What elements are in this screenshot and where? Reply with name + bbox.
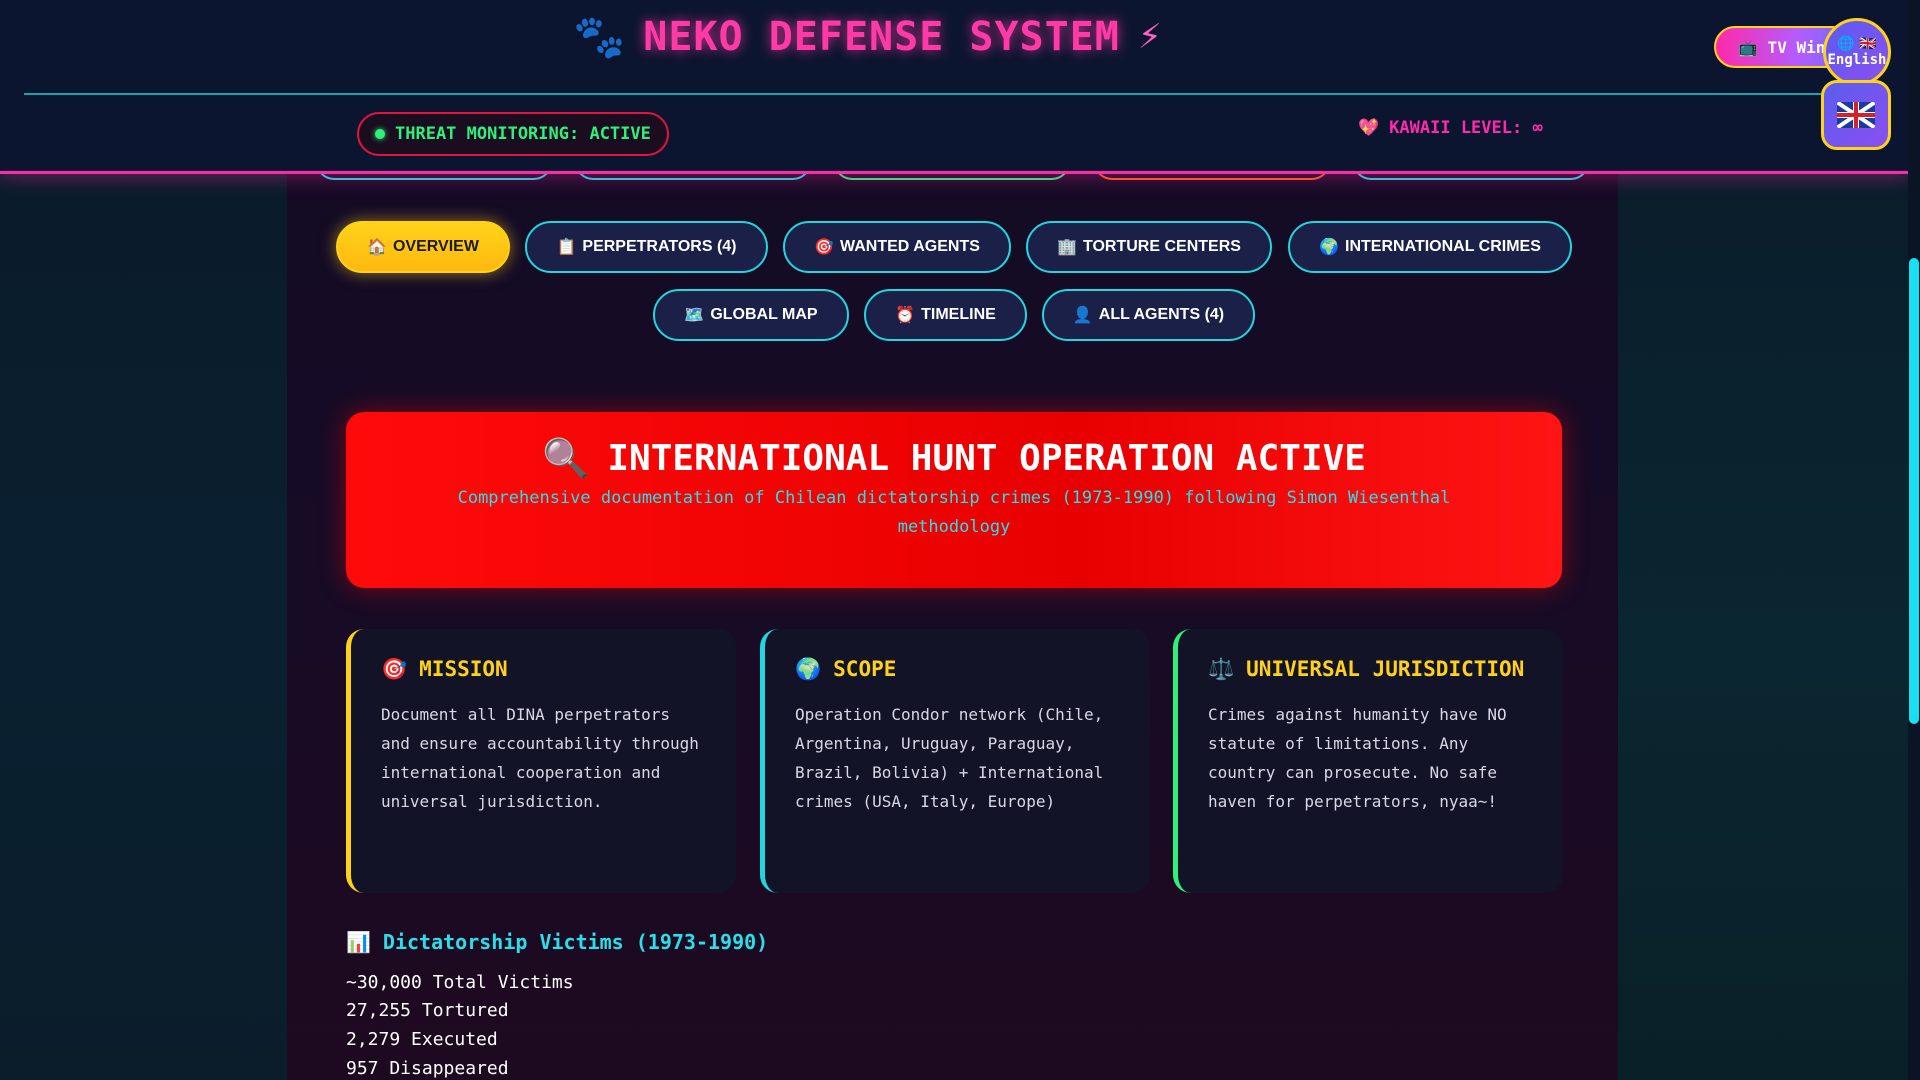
lightning-icon: ⚡ [1137,17,1162,57]
globe-icon: 🌍 [1319,239,1340,256]
header-divider [24,93,1834,95]
brand: 🐾 NEKO DEFENSE SYSTEM ⚡ [573,12,1162,62]
person-icon: 👤 [1072,307,1093,324]
tab-global-map[interactable]: 🗺️ GLOBAL MAP [653,289,849,341]
app-title: NEKO DEFENSE SYSTEM [643,14,1120,60]
target-icon: 🎯 [381,657,408,681]
threat-status-text: THREAT MONITORING: ACTIVE [395,124,651,144]
card-title: 🎯 MISSION [381,655,706,684]
tab-overview[interactable]: 🏠 OVERVIEW [336,221,510,273]
card-text: Document all DINA perpetrators and ensur… [381,705,699,811]
tab-label: WANTED AGENTS [840,238,980,255]
tab-all-agents[interactable]: 👤 ALL AGENTS (4) [1042,289,1255,341]
stat-disappeared: 957 Disappeared [346,1058,509,1079]
card-title: ⚖️ UNIVERSAL JURISDICTION [1208,655,1533,684]
status-dot-icon [375,129,385,139]
globe-icon: 🌍 [795,657,822,681]
kawaii-level-text: KAWAII LEVEL: ∞ [1389,118,1543,138]
tab-label: TIMELINE [921,306,996,323]
tab-international-crimes[interactable]: 🌍 INTERNATIONAL CRIMES [1288,221,1572,273]
tab-label: GLOBAL MAP [710,306,818,323]
building-icon: 🏢 [1057,239,1077,256]
tab-label: OVERVIEW [392,238,479,255]
victims-stats-title: Dictatorship Victims (1973-1990) [382,930,769,954]
scales-icon: ⚖️ [1208,657,1235,681]
scope-card: 🌍 SCOPE Operation Condor network (Chile,… [760,629,1150,893]
map-icon: 🗺️ [684,307,705,324]
hunt-operation-banner: 🔍 INTERNATIONAL HUNT OPERATION ACTIVE Co… [346,412,1562,588]
app-header: 🐾 NEKO DEFENSE SYSTEM ⚡ 📺 TV Win 🌐 🇬🇧 En… [0,0,1908,174]
card-title-text: UNIVERSAL JURISDICTION [1246,657,1525,681]
stat-executed: 2,279 Executed [346,1029,498,1050]
card-title-text: SCOPE [833,657,897,681]
globe-flag-icon: 🌐 🇬🇧 [1837,36,1877,52]
threat-status-badge: THREAT MONITORING: ACTIVE [357,112,669,156]
victims-stats-heading: 📊 Dictatorship Victims (1973-1990) [346,930,768,954]
banner-subtitle: Comprehensive documentation of Chilean d… [457,488,1451,537]
uk-flag-icon [1837,102,1875,128]
card-text: Operation Condor network (Chile, Argenti… [795,705,1104,811]
uk-flag-button[interactable] [1821,80,1891,150]
kawaii-level: 💖 KAWAII LEVEL: ∞ [1358,118,1543,138]
tab-label: INTERNATIONAL CRIMES [1345,238,1541,255]
banner-title: 🔍 INTERNATIONAL HUNT OPERATION ACTIVE [346,436,1562,481]
jurisdiction-card: ⚖️ UNIVERSAL JURISDICTION Crimes against… [1173,629,1563,893]
tab-torture-centers[interactable]: 🏢 TORTURE CENTERS [1026,221,1272,273]
stat-total-victims: ~30,000 Total Victims [346,972,574,993]
banner-title-text: INTERNATIONAL HUNT OPERATION ACTIVE [607,438,1366,479]
mission-card: 🎯 MISSION Document all DINA perpetrators… [346,629,736,893]
tab-label: TORTURE CENTERS [1082,238,1241,255]
tab-label: ALL AGENTS (4) [1098,306,1225,323]
scrollbar-thumb[interactable] [1909,258,1919,724]
language-selector[interactable]: 🌐 🇬🇧 English [1823,18,1891,86]
tab-wanted-agents[interactable]: 🎯 WANTED AGENTS [783,221,1011,273]
stat-tortured: 27,255 Tortured [346,1000,509,1021]
card-text: Crimes against humanity have NO statute … [1208,705,1507,811]
card-title: 🌍 SCOPE [795,655,1120,684]
tab-perpetrators[interactable]: 📋 PERPETRATORS (4) [525,221,768,273]
tab-timeline[interactable]: ⏰ TIMELINE [864,289,1027,341]
alarm-clock-icon: ⏰ [895,307,916,324]
home-icon: 🏠 [367,239,387,256]
tab-label: PERPETRATORS (4) [582,238,737,255]
bar-chart-icon: 📊 [346,930,371,954]
paw-icon: 🐾 [573,12,626,61]
magnifier-icon: 🔍 [542,436,590,480]
clipboard-icon: 📋 [556,239,577,256]
heart-icon: 💖 [1358,118,1380,138]
language-label: English [1827,52,1887,68]
card-title-text: MISSION [419,657,508,681]
target-icon: 🎯 [814,239,835,256]
